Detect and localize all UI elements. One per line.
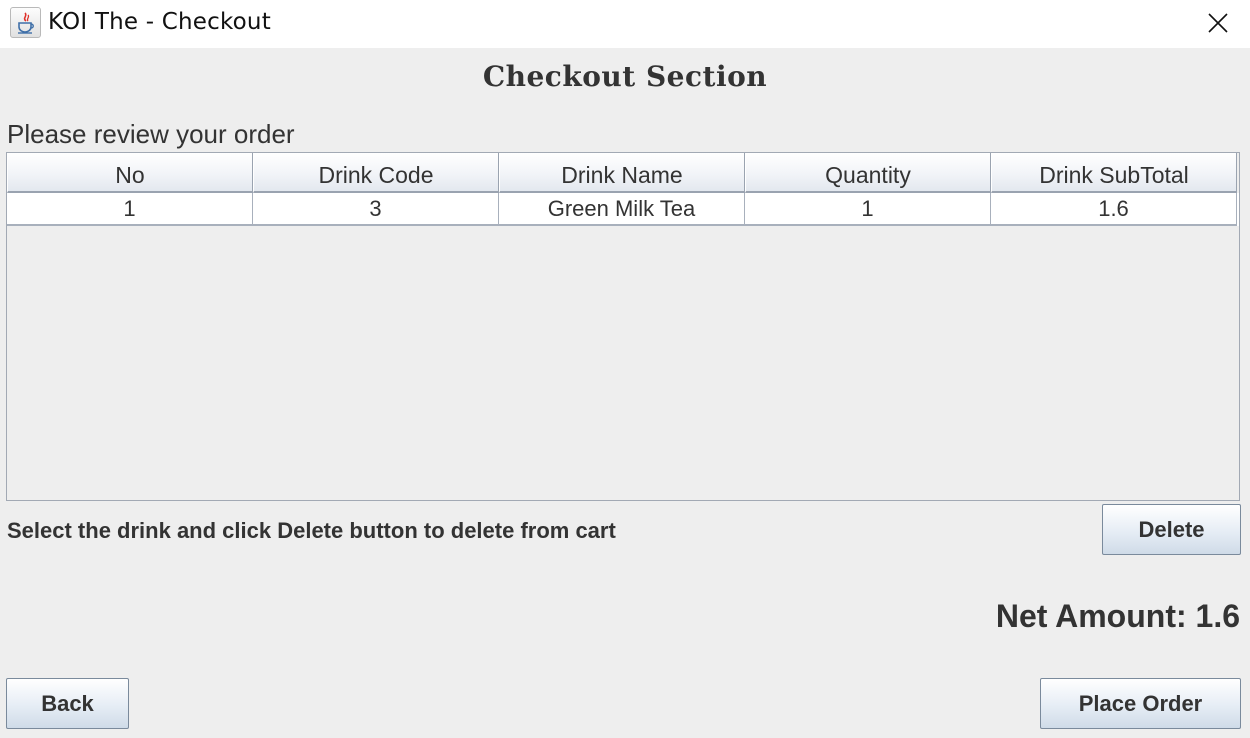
net-amount-value: 1.6 (1195, 598, 1240, 634)
cell-no[interactable]: 1 (7, 193, 253, 226)
delete-hint: Select the drink and click Delete button… (7, 518, 616, 543)
column-header-quantity[interactable]: Quantity (745, 153, 991, 193)
table-header: No Drink Code Drink Name Quantity Drink … (7, 153, 1239, 193)
review-label: Please review your order (7, 119, 295, 149)
column-header-drink-name[interactable]: Drink Name (499, 153, 745, 193)
net-amount-label: Net Amount: (995, 598, 1187, 634)
java-coffee-cup-icon (10, 7, 41, 38)
column-header-drink-subtotal[interactable]: Drink SubTotal (991, 153, 1237, 193)
column-header-drink-code[interactable]: Drink Code (253, 153, 499, 193)
close-icon[interactable] (1207, 12, 1229, 34)
place-order-button[interactable]: Place Order (1040, 678, 1241, 729)
delete-button[interactable]: Delete (1102, 504, 1241, 555)
table-body: 1 3 Green Milk Tea 1 1.6 (7, 193, 1239, 226)
cell-drink-name[interactable]: Green Milk Tea (499, 193, 745, 226)
back-button[interactable]: Back (6, 678, 129, 729)
close-button[interactable] (1186, 0, 1250, 46)
net-amount: Net Amount: 1.6 (996, 598, 1240, 635)
table-row[interactable]: 1 3 Green Milk Tea 1 1.6 (7, 193, 1239, 226)
order-table[interactable]: No Drink Code Drink Name Quantity Drink … (6, 152, 1240, 501)
cell-quantity[interactable]: 1 (745, 193, 991, 226)
cell-drink-code[interactable]: 3 (253, 193, 499, 226)
column-header-no[interactable]: No (7, 153, 253, 193)
window-title: KOI The - Checkout (48, 9, 271, 35)
page-title: Checkout Section (482, 60, 768, 93)
title-bar: KOI The - Checkout (0, 0, 1250, 48)
cell-drink-subtotal[interactable]: 1.6 (991, 193, 1237, 226)
